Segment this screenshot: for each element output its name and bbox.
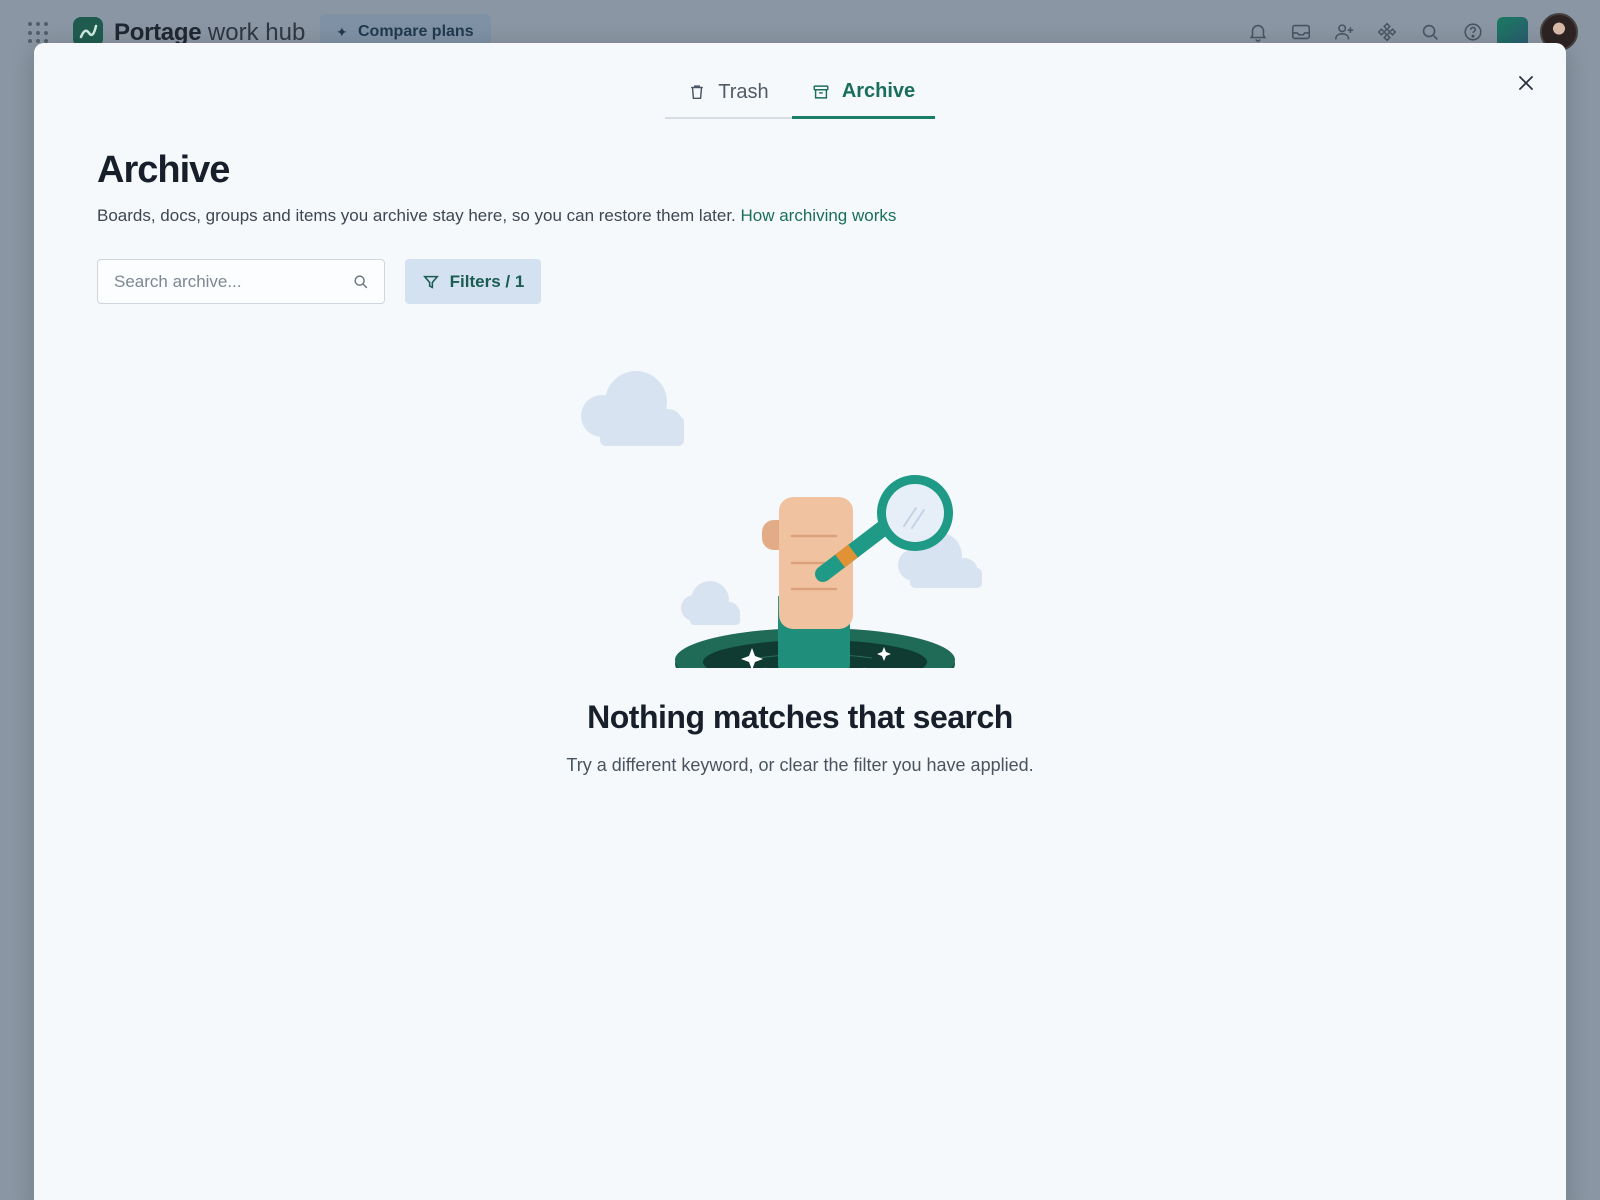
how-archiving-works-link[interactable]: How archiving works (741, 206, 897, 225)
empty-state-illustration (581, 371, 982, 668)
brand-name-rest: work hub (201, 19, 306, 46)
apps-puzzle-icon[interactable] (1373, 18, 1401, 46)
tab-trash[interactable]: Trash (665, 67, 792, 119)
close-button[interactable] (1510, 67, 1542, 99)
empty-state-title: Nothing matches that search (587, 699, 1013, 735)
help-icon[interactable] (1459, 18, 1487, 46)
archive-modal: Trash Archive Archive Boards, docs, grou… (34, 43, 1566, 1200)
filters-button[interactable]: Filters / 1 (405, 259, 541, 304)
tab-trash-label: Trash (718, 80, 769, 103)
search-icon[interactable] (1416, 18, 1444, 46)
cloud-icon (681, 581, 740, 625)
search-archive-box (97, 259, 385, 304)
tab-archive[interactable]: Archive (792, 67, 935, 119)
invite-member-icon[interactable] (1330, 18, 1358, 46)
search-icon (354, 275, 368, 289)
archive-box-icon (813, 84, 829, 99)
compare-plans-label: Compare plans (358, 23, 474, 40)
bell-icon[interactable] (1244, 18, 1272, 46)
page-subtitle: Boards, docs, groups and items you archi… (97, 206, 896, 226)
search-archive-input[interactable] (98, 260, 338, 303)
subtitle-text: Boards, docs, groups and items you archi… (97, 206, 741, 225)
tab-archive-label: Archive (841, 80, 916, 102)
trash-icon (691, 85, 704, 100)
tab-bar: Trash Archive (665, 67, 935, 119)
empty-state-subtitle: Try a different keyword, or clear the fi… (566, 755, 1034, 775)
filter-funnel-icon (422, 275, 439, 289)
filters-label: Filters / 1 (449, 271, 525, 291)
brand-name-bold: Portage (114, 19, 202, 46)
app-switcher-grid-icon[interactable] (28, 22, 50, 44)
page-title: Archive (97, 149, 230, 191)
inbox-icon[interactable] (1287, 18, 1315, 46)
cloud-icon (581, 371, 684, 446)
close-icon (1519, 76, 1533, 90)
